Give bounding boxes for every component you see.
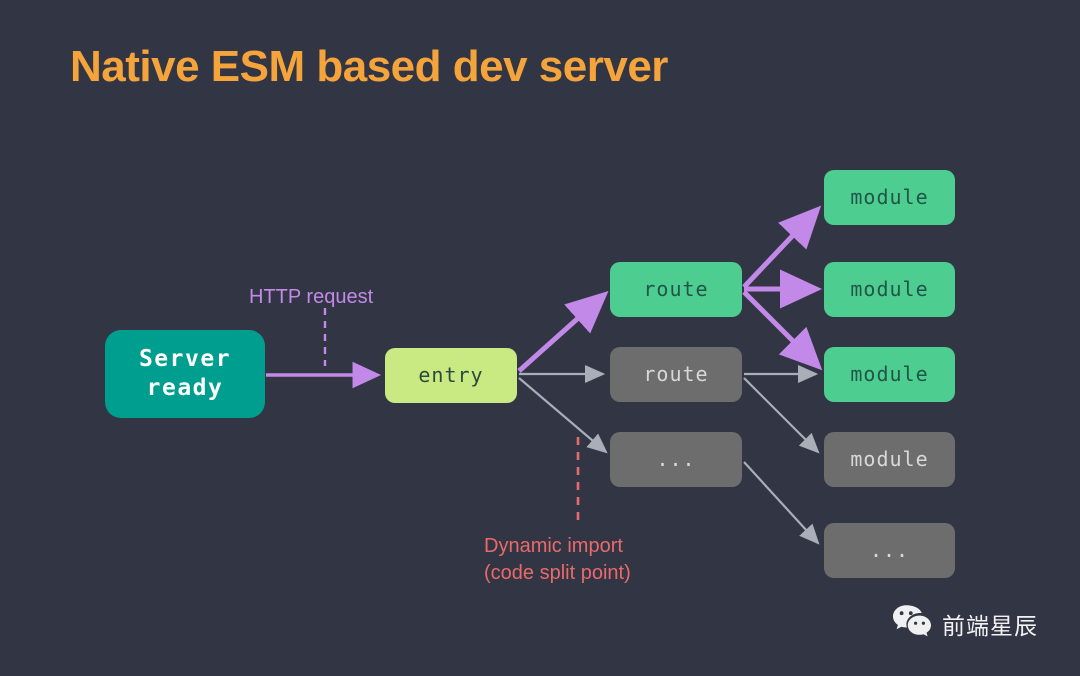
arrow-entry-to-route1 — [517, 291, 609, 373]
arrow-route2-to-module4 — [743, 377, 820, 454]
node-module-5[interactable]: ... — [824, 523, 955, 578]
page-title: Native ESM based dev server — [70, 42, 668, 91]
wechat-icon — [892, 604, 932, 643]
node-module-2[interactable]: module — [824, 262, 955, 317]
arrow-entry-to-route3 — [518, 377, 608, 454]
node-entry[interactable]: entry — [385, 348, 517, 403]
arrow-route1-to-module1 — [742, 205, 822, 289]
node-module-1[interactable]: module — [824, 170, 955, 225]
node-route-1[interactable]: route — [610, 262, 742, 317]
arrow-route1-to-module3 — [742, 290, 823, 371]
label-dynamic-import: Dynamic import (code split point) — [484, 535, 631, 584]
slide-canvas: Native ESM based dev server Server ready… — [0, 0, 1080, 676]
node-route-2[interactable]: route — [610, 347, 742, 402]
node-server-ready[interactable]: Server ready — [105, 330, 265, 418]
node-module-4[interactable]: module — [824, 432, 955, 487]
node-module-3[interactable]: module — [824, 347, 955, 402]
node-route-3[interactable]: ... — [610, 432, 742, 487]
arrow-route3-to-module5 — [743, 461, 820, 545]
wechat-account-name: 前端星辰 — [942, 612, 1038, 639]
wechat-branding: 前端星辰 — [892, 604, 1038, 643]
label-http-request: HTTP request — [249, 286, 374, 308]
